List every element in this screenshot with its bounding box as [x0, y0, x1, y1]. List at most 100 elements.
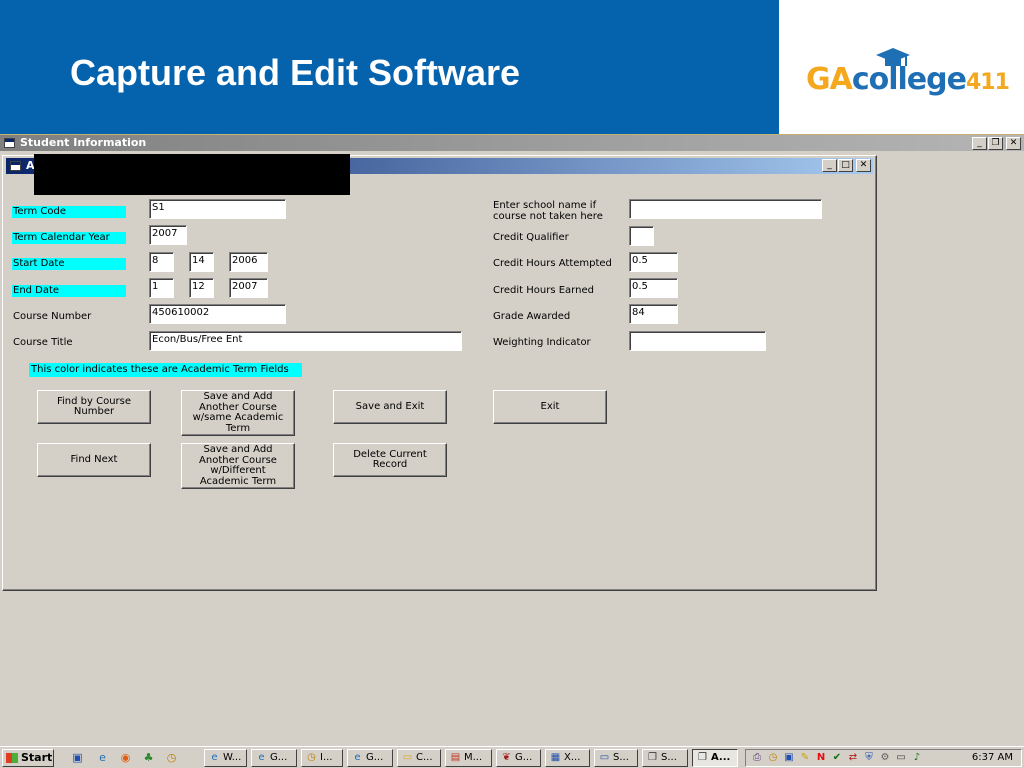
save-add-same-term-button[interactable]: Save and Add Another Course w/same Acade…	[181, 390, 295, 436]
tray-network-icon[interactable]: ⇄	[846, 751, 860, 765]
academic-term-legend: This color indicates these are Academic …	[29, 363, 302, 377]
school-name-label-line1: Enter school name if	[493, 200, 597, 211]
browser-icon: e	[354, 752, 361, 763]
task-item[interactable]: e G...	[251, 749, 297, 767]
task-item[interactable]: ▦ X...	[545, 749, 590, 767]
term-calendar-year-field[interactable]: 2007	[149, 225, 187, 245]
task-item-active[interactable]: ❐ A...	[692, 749, 738, 767]
task-item[interactable]: ▭ S...	[594, 749, 638, 767]
redacted-area	[34, 154, 350, 195]
app-window-icon: ❐	[698, 752, 707, 763]
window-icon[interactable]	[4, 138, 15, 148]
browser-icon: e	[258, 752, 265, 763]
end-day-field[interactable]: 12	[189, 278, 214, 298]
task-item[interactable]: ▤ M...	[445, 749, 492, 767]
browser-icon: e	[211, 752, 218, 763]
tray-settings-icon[interactable]: ⚙	[878, 751, 892, 765]
outer-restore-button[interactable]: ❐	[988, 137, 1003, 150]
term-calendar-year-label: Term Calendar Year	[12, 232, 126, 244]
school-name-field[interactable]	[629, 199, 822, 219]
credit-qualifier-label: Credit Qualifier	[493, 232, 569, 243]
school-name-label: Enter school name if course not taken he…	[493, 200, 603, 222]
child-close-button[interactable]: ✕	[856, 159, 871, 172]
credit-hours-attempted-field[interactable]: 0.5	[629, 252, 678, 272]
grade-awarded-label: Grade Awarded	[493, 311, 571, 322]
end-month-field[interactable]: 1	[149, 278, 174, 298]
course-number-field[interactable]: 450610002	[149, 304, 286, 324]
course-number-label: Course Number	[13, 311, 92, 322]
tray-volume-icon[interactable]: ♪	[910, 751, 924, 765]
tray-n-icon[interactable]: N	[814, 751, 828, 765]
logo-college: college	[851, 62, 967, 97]
tray-security-icon[interactable]: ⛨	[862, 751, 876, 765]
credit-hours-attempted-label: Credit Hours Attempted	[493, 258, 612, 269]
app-window-icon: ▦	[550, 752, 561, 763]
school-name-label-line2: course not taken here	[493, 211, 603, 222]
save-add-different-term-button[interactable]: Save and Add Another Course w/Different …	[181, 443, 295, 489]
start-label: Start	[21, 751, 53, 764]
start-month-field[interactable]: 8	[149, 252, 174, 272]
child-maximize-button[interactable]: □	[838, 159, 853, 172]
tray-printer-icon[interactable]: ⎙	[750, 751, 764, 765]
tray-monitor-icon[interactable]: ▣	[782, 751, 796, 765]
weighting-indicator-field[interactable]	[629, 331, 766, 351]
presentation-icon: ▤	[450, 752, 461, 763]
tray-pencil-icon[interactable]: ✎	[798, 751, 812, 765]
credit-hours-earned-field[interactable]: 0.5	[629, 278, 678, 298]
system-tray: ⎙ ◷ ▣ ✎ N ✔ ⇄ ⛨ ⚙ ▭ ♪ 6:37 AM	[745, 749, 1022, 767]
outer-window-title: Student Information	[20, 136, 147, 149]
ie-icon[interactable]: e	[95, 751, 110, 765]
outer-minimize-button[interactable]: _	[972, 137, 987, 150]
start-year-field[interactable]: 2006	[229, 252, 268, 272]
credit-qualifier-field[interactable]	[629, 226, 654, 246]
slide-header: Capture and Edit Software GAcollege411	[0, 0, 1024, 134]
app-window-icon: ❐	[648, 752, 657, 763]
start-button[interactable]: Start	[2, 749, 54, 767]
gacollege411-logo: GAcollege411	[806, 48, 1010, 108]
save-and-exit-button[interactable]: Save and Exit	[333, 390, 447, 424]
outer-close-button[interactable]: ✕	[1006, 137, 1021, 150]
task-item[interactable]: e G...	[347, 749, 393, 767]
tray-display-icon[interactable]: ▭	[894, 751, 908, 765]
app-window-icon: ❦	[502, 752, 511, 763]
tray-check-icon[interactable]: ✔	[830, 751, 844, 765]
tray-clock-icon[interactable]: ◷	[766, 751, 780, 765]
find-by-course-number-button[interactable]: Find by Course Number	[37, 390, 151, 424]
outer-window-titlebar[interactable]: Student Information _ ❐ ✕	[0, 134, 1024, 151]
task-item[interactable]: ◷ I...	[301, 749, 343, 767]
logo-ga: GA	[806, 62, 853, 97]
logo-number: 411	[965, 70, 1010, 95]
task-item[interactable]: ❐ S...	[642, 749, 688, 767]
logo-wordmark: GAcollege411	[806, 62, 1010, 97]
child-window-icon[interactable]	[10, 161, 21, 171]
credit-hours-earned-label: Credit Hours Earned	[493, 285, 594, 296]
windows-flag-icon	[6, 753, 18, 763]
slide-title: Capture and Edit Software	[70, 52, 521, 93]
course-title-field[interactable]: Econ/Bus/Free Ent	[149, 331, 462, 351]
app-window-icon: ▭	[599, 752, 610, 763]
end-year-field[interactable]: 2007	[229, 278, 268, 298]
task-item[interactable]: e W...	[204, 749, 247, 767]
header-banner: Capture and Edit Software	[0, 0, 779, 134]
folder-icon: ▭	[402, 752, 413, 763]
desktop-icon[interactable]: ▣	[70, 751, 85, 765]
term-code-label: Term Code	[12, 206, 126, 218]
grade-awarded-field[interactable]: 84	[629, 304, 678, 324]
end-date-label: End Date	[12, 285, 126, 297]
find-next-button[interactable]: Find Next	[37, 443, 151, 477]
task-item[interactable]: ▭ C...	[397, 749, 441, 767]
child-minimize-button[interactable]: _	[822, 159, 837, 172]
app-icon[interactable]: ♣	[141, 751, 156, 765]
weighting-indicator-label: Weighting Indicator	[493, 337, 591, 348]
course-title-label: Course Title	[13, 337, 73, 348]
task-item[interactable]: ❦ G...	[496, 749, 541, 767]
term-code-field[interactable]: S1	[149, 199, 286, 219]
start-day-field[interactable]: 14	[189, 252, 214, 272]
app-window-icon: ◷	[307, 752, 316, 763]
delete-current-record-button[interactable]: Delete Current Record	[333, 443, 447, 477]
exit-button[interactable]: Exit	[493, 390, 607, 424]
clock-app-icon[interactable]: ◷	[164, 751, 179, 765]
taskbar-clock[interactable]: 6:37 AM	[972, 751, 1013, 765]
taskbar: Start ▣ e ◉ ♣ ◷ e W... e G... ◷ I... e G... …	[0, 746, 1024, 768]
firefox-icon[interactable]: ◉	[118, 751, 133, 765]
